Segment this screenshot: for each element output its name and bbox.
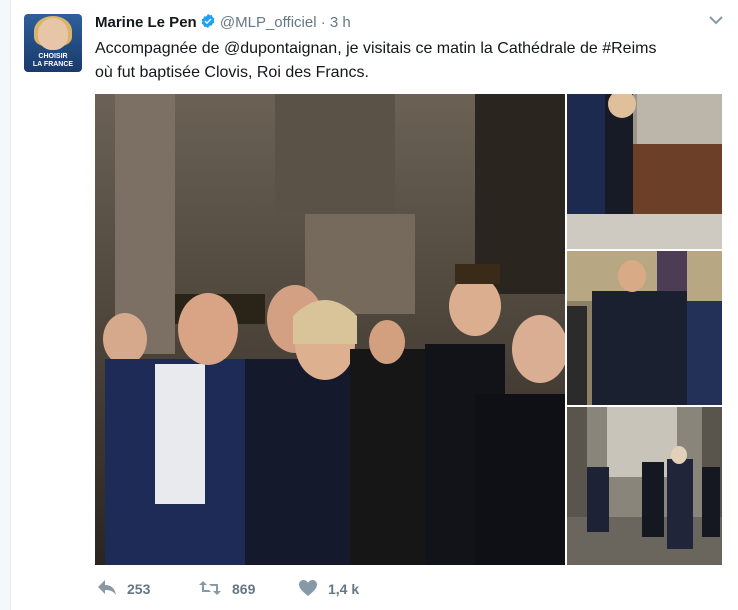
tweet-text: Accompagnée de @dupontaignan, je visitai… <box>95 37 715 85</box>
photo-grid <box>95 94 722 565</box>
retweet-button[interactable]: 869 <box>198 578 255 600</box>
like-count: 1,4 k <box>328 581 360 597</box>
tweet-header: Marine Le Pen @MLP_officiel · 3 h <box>95 13 351 35</box>
separator-dot: · <box>320 14 326 31</box>
avatar-caption: CHOISIR LA FRANCE <box>24 53 82 69</box>
like-icon <box>298 579 328 600</box>
retweet-icon <box>198 579 232 600</box>
avatar[interactable]: CHOISIR LA FRANCE <box>24 14 82 72</box>
main-photo[interactable] <box>95 94 565 565</box>
side-photo-2[interactable] <box>567 251 722 405</box>
tweet-text-line1: Accompagnée de @dupontaignan, je visitai… <box>95 40 657 57</box>
author-name[interactable]: Marine Le Pen <box>95 14 197 31</box>
side-photo-3[interactable] <box>567 407 722 565</box>
retweet-count: 869 <box>232 581 256 597</box>
chevron-down-icon[interactable] <box>708 12 724 28</box>
reply-button[interactable]: 253 <box>97 578 150 600</box>
author-handle[interactable]: @MLP_officiel <box>220 14 317 31</box>
reply-icon <box>97 579 127 600</box>
verified-badge-icon <box>200 13 216 35</box>
avatar-face <box>38 18 68 50</box>
avatar-caption-line1: CHOISIR <box>38 53 68 60</box>
avatar-caption-line2: LA FRANCE <box>32 61 74 68</box>
side-photo-1[interactable] <box>567 94 722 249</box>
tweet-text-line2: où fut baptisée Clovis, Roi des Francs. <box>95 64 369 81</box>
like-button[interactable]: 1,4 k <box>298 578 359 600</box>
timeline-left-border <box>0 0 11 610</box>
tweet-timestamp[interactable]: 3 h <box>330 14 351 31</box>
tweet-actions: 253 869 1,4 k <box>95 578 495 600</box>
reply-count: 253 <box>127 581 151 597</box>
